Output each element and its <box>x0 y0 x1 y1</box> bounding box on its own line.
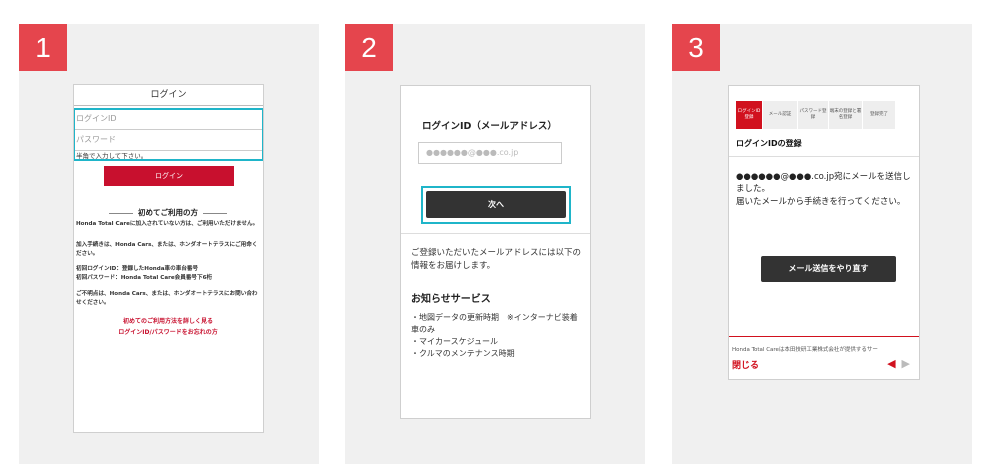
forgot-credentials-link[interactable]: ログインID/パスワードをお忘れの方 <box>74 328 262 338</box>
first-use-link[interactable]: 初めてのご利用方法を詳しく見る <box>74 317 262 327</box>
instruction-message: 届いたメールから手続きを行ってください。 <box>736 197 906 207</box>
progress-step-login-id: ログインID登録 <box>736 101 763 129</box>
not-member-note: Honda Total Careに加入されていない方は、ご利用いただけません。 <box>76 221 259 227</box>
divider <box>401 233 590 234</box>
resend-email-button[interactable]: メール送信をやり直す <box>761 256 896 282</box>
section-title: ログインIDの登録 <box>736 139 802 148</box>
service-item: ・地図データの更新時期 ※インターナビ装着車のみ <box>411 313 578 334</box>
step-number-badge: 3 <box>672 24 720 71</box>
sent-message: ●●●●●●@●●●.co.jp宛にメールを送信しました。 <box>736 172 911 194</box>
next-arrow-icon[interactable]: ▶ <box>902 357 910 370</box>
service-heading: お知らせサービス <box>411 294 491 305</box>
close-link[interactable]: 閉じる <box>732 358 759 371</box>
progress-step-device: 端末の登録と署名登録 <box>829 101 863 129</box>
step-2-panel: 2 ログインID（メールアドレス） ●●●●●●@●●●.co.jp 次へ ご登… <box>345 24 645 464</box>
initial-login-id-note: 初回ログインID：登録したHonda車の車台番号 <box>76 266 199 272</box>
step-number-badge: 1 <box>19 24 67 71</box>
next-button[interactable]: 次へ <box>426 191 566 218</box>
pager: ◀ ▶ <box>887 357 910 370</box>
progress-step-password: パスワード登録 <box>798 101 829 129</box>
progress-step-mail-auth: メール認証 <box>763 101 798 129</box>
divider <box>729 156 919 157</box>
prev-arrow-icon[interactable]: ◀ <box>887 357 895 370</box>
email-input[interactable]: ●●●●●●@●●●.co.jp <box>418 142 562 164</box>
contact-note: ご不明点は、Honda Cars、または、ホンダオートテラスにお問い合わせくださ… <box>76 291 258 306</box>
highlight-frame <box>74 108 263 161</box>
service-item: ・クルマのメンテナンス時期 <box>411 349 515 358</box>
step-number-badge: 2 <box>345 24 393 71</box>
page-title: ログイン <box>74 85 263 106</box>
step-1-panel: 1 ログイン ログインID パスワード 半角で入力して下さい。 ログイン 初めて… <box>19 24 319 464</box>
email-field-label: ログインID（メールアドレス） <box>422 121 557 132</box>
signup-note: 加入手続きは、Honda Cars、または、ホンダオートテラスにご用命ください。 <box>76 242 258 257</box>
email-sent-screen: ログインID登録 メール認証 パスワード登録 端末の登録と署名登録 登録完了 ロ… <box>728 85 920 380</box>
first-time-heading: 初めてご利用の方 <box>74 207 262 218</box>
step-3-panel: 3 ログインID登録 メール認証 パスワード登録 端末の登録と署名登録 登録完了… <box>672 24 972 464</box>
progress-step-complete: 登録完了 <box>863 101 896 129</box>
email-entry-screen: ログインID（メールアドレス） ●●●●●●@●●●.co.jp 次へ ご登録い… <box>400 85 591 419</box>
footer-divider <box>729 336 919 337</box>
login-screen: ログイン ログインID パスワード 半角で入力して下さい。 ログイン 初めてご利… <box>73 84 264 433</box>
login-button[interactable]: ログイン <box>104 166 234 186</box>
progress-steps: ログインID登録 メール認証 パスワード登録 端末の登録と署名登録 登録完了 <box>736 101 896 129</box>
service-item: ・マイカースケジュール <box>411 337 499 346</box>
footer-text: Honda Total Careは本田技研工業株式会社が提供するサー <box>732 347 878 353</box>
initial-password-note: 初回パスワード：Honda Total Care会員番号下6桁 <box>76 275 213 281</box>
info-text: ご登録いただいたメールアドレスには以下の情報をお届けします。 <box>411 248 582 271</box>
